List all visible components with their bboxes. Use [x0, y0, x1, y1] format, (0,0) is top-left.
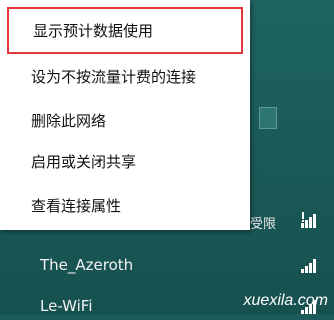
network-name: Le-WiFi [40, 297, 93, 315]
menu-item-view-connection-properties[interactable]: 查看连接属性 [0, 187, 250, 223]
wifi-signal-icon [301, 259, 316, 273]
network-status-label: 受限 [250, 217, 277, 232]
network-item-the-azeroth[interactable]: The_Azeroth [0, 253, 334, 279]
network-context-menu: 显示预计数据使用 设为不按流量计费的连接 删除此网络 启用或关闭共享 查看连接属… [0, 0, 250, 230]
site-watermark: xuexila.com [243, 292, 328, 309]
network-name: The_Azeroth [40, 256, 134, 274]
connected-network-tile[interactable] [259, 107, 277, 129]
menu-item-set-as-metered-connection[interactable]: 设为不按流量计费的连接 [0, 58, 250, 94]
menu-item-show-estimated-data-usage[interactable]: 显示预计数据使用 [7, 7, 243, 54]
wifi-signal-limited-icon [301, 212, 316, 228]
menu-item-toggle-sharing[interactable]: 启用或关闭共享 [0, 143, 250, 179]
menu-item-forget-network[interactable]: 删除此网络 [0, 102, 250, 138]
